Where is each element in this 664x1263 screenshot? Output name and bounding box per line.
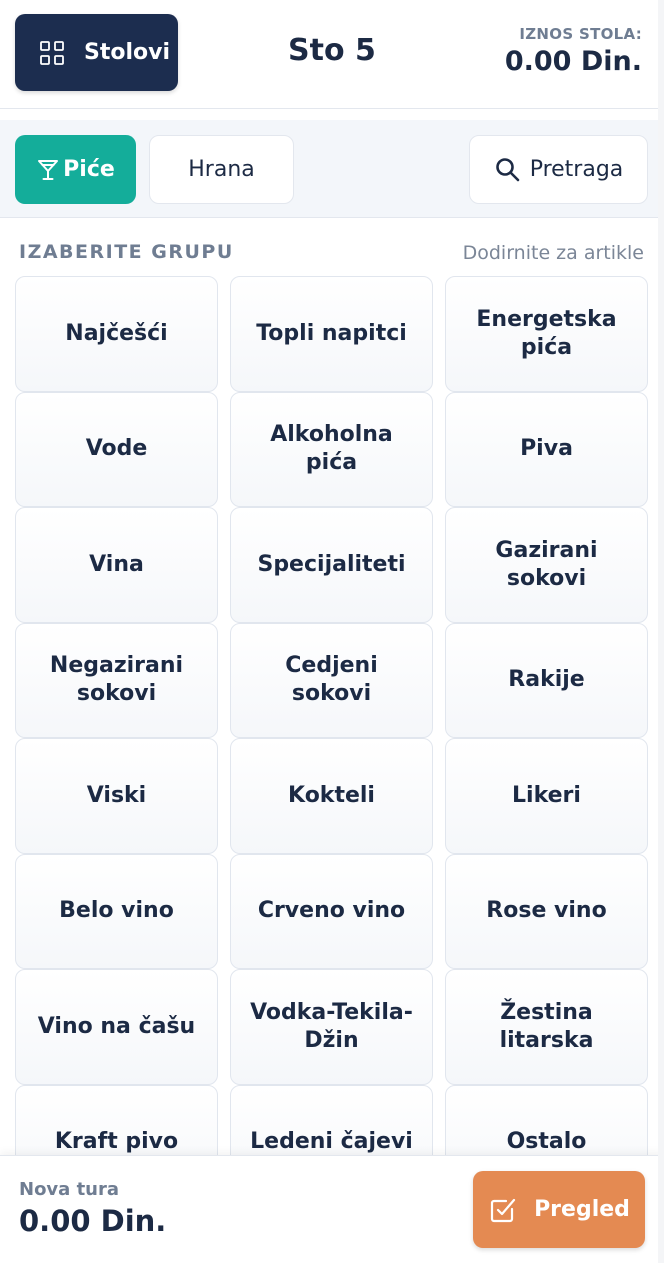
group-tile[interactable]: Kraft pivo [15, 1084, 218, 1156]
group-tile[interactable]: Najčešći [15, 276, 218, 392]
tab-food-label: Hrana [188, 157, 255, 182]
cocktail-icon [38, 159, 59, 180]
group-tile[interactable]: Specijaliteti [230, 507, 433, 623]
group-tile[interactable]: Ostalo [445, 1084, 648, 1156]
group-tile[interactable]: Kokteli [230, 738, 433, 854]
group-tile[interactable]: Belo vino [15, 853, 218, 969]
group-tile[interactable]: Vode [15, 391, 218, 507]
scrollbar[interactable] [658, 0, 664, 1263]
checkbox-icon [490, 1198, 516, 1222]
new-round-value: 0.00 Din. [19, 1204, 167, 1238]
group-tile[interactable]: Gazirani sokovi [445, 507, 648, 623]
group-section-hint: Dodirnite za artikle [462, 242, 644, 264]
new-round-label: Nova tura [19, 1179, 120, 1200]
group-tile[interactable]: Energetska pića [445, 276, 648, 392]
group-tile[interactable]: Crveno vino [230, 853, 433, 969]
group-tile[interactable]: Vina [15, 507, 218, 623]
group-tile[interactable]: Cedjeni sokovi [230, 622, 433, 738]
group-tile[interactable]: Topli napitci [230, 276, 433, 392]
group-tile[interactable]: Likeri [445, 738, 648, 854]
group-tile[interactable]: Ledeni čajevi [230, 1084, 433, 1156]
group-tile[interactable]: Vodka-Tekila-Džin [230, 969, 433, 1085]
review-button-label: Pregled [534, 1197, 630, 1222]
group-tile[interactable]: Vino na čašu [15, 969, 218, 1085]
group-tile[interactable]: Alkoholna pića [230, 391, 433, 507]
group-tile[interactable]: Žestina litarska [445, 969, 648, 1085]
table-amount-value: 0.00 Din. [504, 46, 642, 77]
table-amount-label: IZNOS STOLA: [519, 25, 642, 43]
group-tile[interactable]: Viski [15, 738, 218, 854]
tab-drinks-label: Piće [63, 157, 115, 182]
tab-drinks[interactable]: Piće [15, 135, 136, 204]
search-button-label: Pretraga [529, 157, 624, 182]
search-icon [495, 157, 520, 181]
group-section-title: IZABERITE GRUPU [19, 241, 234, 263]
search-button[interactable]: Pretraga [469, 135, 648, 204]
group-grid: Najčešći Topli napitci Energetska pića V… [15, 276, 648, 1156]
review-button[interactable]: Pregled [473, 1171, 645, 1248]
top-bar: Stolovi Sto 5 IZNOS STOLA: 0.00 Din. [0, 0, 658, 109]
group-tile[interactable]: Piva [445, 391, 648, 507]
group-tile[interactable]: Rose vino [445, 853, 648, 969]
group-tile[interactable]: Rakije [445, 622, 648, 738]
group-tile[interactable]: Negazirani sokovi [15, 622, 218, 738]
bottom-bar: Nova tura 0.00 Din. Pregled [0, 1155, 664, 1263]
tab-food[interactable]: Hrana [149, 135, 294, 204]
category-bar: Piće Hrana Pretraga [0, 120, 658, 218]
